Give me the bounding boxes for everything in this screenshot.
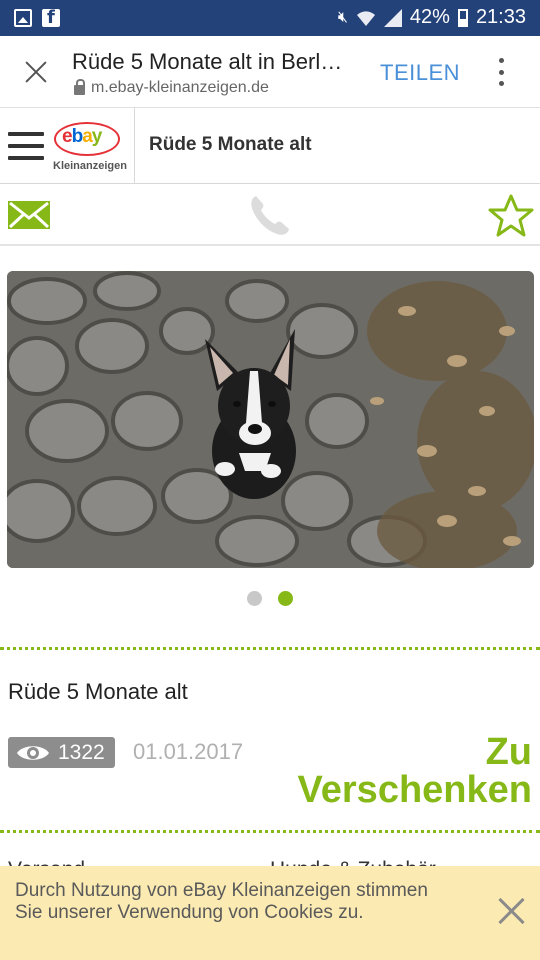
price-line-2: Verschenken [297, 769, 532, 811]
battery-percent: 42% [409, 6, 450, 28]
share-button[interactable]: TEILEN [380, 60, 460, 86]
dog-photo-image [7, 271, 534, 568]
ad-title: Rüde 5 Monate alt [8, 679, 188, 704]
wifi-icon [356, 10, 375, 26]
header-divider [134, 108, 135, 184]
logo-letter: e [62, 126, 73, 147]
site-page-title: Rüde 5 Monate alt [149, 134, 312, 155]
browser-page-title: Rüde 5 Monate alt in Berl… [72, 49, 343, 74]
menu-icon[interactable] [8, 132, 44, 160]
url-text: m.ebay-kleinanzeigen.de [91, 79, 269, 96]
logo-letter: y [91, 126, 103, 147]
logo-letter: a [82, 126, 93, 147]
ebay-kleinanzeigen-logo[interactable]: ebay Kleinanzeigen [52, 120, 127, 176]
logo-wordmark: ebay [62, 126, 103, 148]
section-divider [0, 830, 540, 833]
status-left [14, 7, 60, 28]
cookie-text: Durch Nutzung von eBay Kleinanzeigen sti… [15, 880, 428, 923]
logo-letter: b [71, 126, 84, 147]
cookie-close-icon[interactable] [496, 896, 526, 926]
view-count: 1322 [58, 740, 105, 764]
more-options-icon[interactable] [496, 58, 506, 86]
app-root: 🔇︎ 42% 21:33 Rüde 5 Monate alt in Berl… … [0, 0, 540, 960]
mail-icon[interactable] [8, 201, 50, 229]
phone-icon[interactable] [247, 192, 293, 238]
eye-icon [17, 745, 49, 760]
ad-price: Zu Verschenken [298, 733, 532, 809]
status-bar: 🔇︎ 42% 21:33 [0, 0, 540, 36]
site-header: ebay Kleinanzeigen Rüde 5 Monate alt [0, 108, 540, 184]
clock: 21:33 [475, 6, 526, 28]
logo-subtitle: Kleinanzeigen [53, 160, 127, 172]
browser-toolbar: Rüde 5 Monate alt in Berl… m.ebay-kleina… [0, 36, 540, 108]
action-bar [0, 184, 540, 246]
mute-icon: 🔇︎ [337, 8, 348, 26]
price-line-1: Zu [485, 731, 532, 773]
gallery-icon [14, 9, 32, 27]
signal-icon [383, 8, 402, 27]
lock-icon [74, 79, 85, 95]
listing-photo[interactable] [7, 271, 534, 568]
pager-dot-active[interactable] [278, 591, 293, 606]
browser-url: m.ebay-kleinanzeigen.de [74, 79, 269, 97]
ad-date: 01.01.2017 [133, 739, 244, 764]
close-icon[interactable] [22, 58, 50, 86]
section-divider [0, 647, 540, 650]
pager-dot[interactable] [247, 591, 262, 606]
status-right: 🔇︎ 42% 21:33 [338, 6, 526, 29]
gallery-pager [247, 591, 293, 606]
view-count-badge: 1322 [8, 737, 115, 768]
battery-icon [457, 8, 468, 27]
facebook-icon [42, 7, 60, 28]
star-icon[interactable] [488, 194, 534, 238]
cookie-banner: Durch Nutzung von eBay Kleinanzeigen sti… [0, 866, 540, 960]
